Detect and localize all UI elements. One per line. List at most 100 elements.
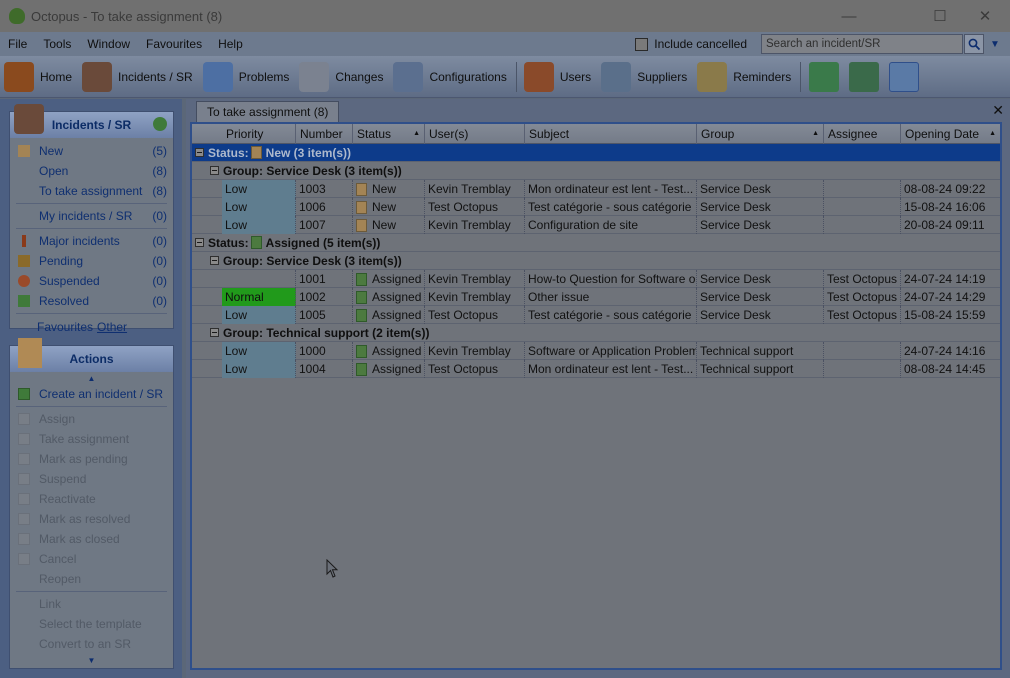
- action-convert-sr[interactable]: Convert to an SR: [10, 634, 173, 654]
- search-options-button[interactable]: ▼: [986, 34, 1004, 54]
- favourites-label: Favourites: [37, 320, 94, 334]
- status-group-new[interactable]: Status: New (3 item(s)): [192, 144, 1000, 162]
- action-reopen[interactable]: Reopen: [10, 569, 173, 589]
- nav-pending[interactable]: Pending (0): [10, 251, 173, 271]
- collapse-icon[interactable]: [210, 166, 219, 175]
- table-row[interactable]: Low 1006 New Test Octopus Test catégorie - s…: [192, 198, 1000, 216]
- cell-group-text: Service Desk: [700, 272, 771, 286]
- actions-panel: Actions ▲ Create an incident / SR Assign…: [9, 338, 174, 669]
- table-row[interactable]: 1001 Assigned Kevin Tremblay How-to Questio…: [192, 270, 1000, 288]
- search-input[interactable]: [761, 34, 963, 54]
- layout-panels-icon[interactable]: [889, 61, 920, 92]
- cell-number: 1005: [296, 306, 353, 324]
- action-cancel[interactable]: Cancel: [10, 549, 173, 569]
- action-mark-pending[interactable]: Mark as pending: [10, 449, 173, 469]
- tab-to-take-assignment[interactable]: To take assignment (8): [196, 101, 340, 122]
- include-cancelled-checkbox[interactable]: [635, 37, 649, 51]
- cell-date-text: 20-08-24 09:11: [904, 218, 985, 232]
- dashboard-chart-icon[interactable]: [809, 61, 840, 92]
- column-number[interactable]: Number: [296, 124, 353, 144]
- column-status[interactable]: Status ▲: [353, 124, 425, 144]
- toolbar-users-button[interactable]: Users: [520, 58, 597, 96]
- cell-priority: Low: [222, 180, 296, 198]
- nav-open[interactable]: Open (8): [10, 161, 173, 181]
- menu-favourites[interactable]: Favourites: [138, 37, 210, 51]
- menu-help[interactable]: Help: [210, 37, 251, 51]
- menu-window[interactable]: Window: [79, 37, 138, 51]
- column-opening-date[interactable]: Opening Date ▲: [901, 124, 1000, 144]
- table-row[interactable]: Low 1003 New Kevin Tremblay Mon ordinateur e…: [192, 180, 1000, 198]
- nav-resolved[interactable]: Resolved (0): [10, 291, 173, 311]
- action-convert-sr-label: Convert to an SR: [39, 637, 132, 651]
- column-group[interactable]: Group ▲: [697, 124, 824, 144]
- action-link[interactable]: Link: [10, 594, 173, 614]
- collapse-icon[interactable]: [195, 238, 204, 247]
- cell-priority-text: Low: [225, 200, 248, 214]
- nav-major-incidents[interactable]: Major incidents (0): [10, 231, 173, 251]
- cell-priority-text: Normal: [225, 290, 264, 304]
- table-row[interactable]: Low 1005 Assigned Test Octopus Test catégori…: [192, 306, 1000, 324]
- toolbar-incidents-button[interactable]: Incidents / SR: [78, 58, 199, 96]
- cell-status-text: New: [372, 200, 397, 214]
- column-users[interactable]: User(s): [425, 124, 525, 144]
- maximize-button[interactable]: ☐: [917, 0, 963, 32]
- toolbar-problems-button[interactable]: Problems: [199, 58, 296, 96]
- collapse-icon[interactable]: [195, 148, 204, 157]
- nav-to-take-assignment-label: To take assignment: [39, 184, 143, 198]
- status-group-assigned[interactable]: Status: Assigned (5 item(s)): [192, 234, 1000, 252]
- cell-group-text: Service Desk: [700, 308, 771, 322]
- nav-my-incidents-label: My incidents / SR: [39, 209, 133, 223]
- assigned-status-icon: [356, 362, 367, 376]
- nav-to-take-assignment[interactable]: To take assignment (8): [10, 181, 173, 201]
- toolbar-reminders-button[interactable]: Reminders: [693, 58, 797, 96]
- minimize-button[interactable]: —: [826, 0, 872, 32]
- cell-group: Service Desk: [697, 216, 824, 234]
- sort-asc-icon: ▲: [989, 130, 996, 137]
- toolbar-configurations-button[interactable]: Configurations: [389, 58, 512, 96]
- menu-file[interactable]: File: [0, 37, 35, 51]
- group-service-desk-assigned[interactable]: Group: Service Desk (3 item(s)): [192, 252, 1000, 270]
- toolbar-home-button[interactable]: Home: [0, 58, 78, 96]
- action-suspend[interactable]: Suspend: [10, 469, 173, 489]
- close-window-button[interactable]: ✕: [962, 0, 1008, 32]
- action-mark-closed[interactable]: Mark as closed: [10, 529, 173, 549]
- statistics-bar-chart-icon[interactable]: [849, 61, 880, 92]
- nav-my-incidents[interactable]: My incidents / SR (0): [10, 206, 173, 226]
- menu-tools[interactable]: Tools: [35, 37, 79, 51]
- scroll-down-arrow[interactable]: ▼: [10, 654, 173, 666]
- action-take-assignment[interactable]: Take assignment: [10, 429, 173, 449]
- toolbar-problems-label: Problems: [238, 69, 290, 84]
- menu-right-controls: Include cancelled ▼: [635, 34, 1004, 54]
- action-mark-resolved[interactable]: Mark as resolved: [10, 509, 173, 529]
- cell-date: 20-08-24 09:11: [901, 216, 1000, 234]
- group-service-desk-new[interactable]: Group: Service Desk (3 item(s)): [192, 162, 1000, 180]
- table-row[interactable]: Normal 1002 Assigned Kevin Tremblay Other is…: [192, 288, 1000, 306]
- action-assign[interactable]: Assign: [10, 409, 173, 429]
- table-row[interactable]: Low 1000 Assigned Kevin Tremblay Software or…: [192, 342, 1000, 360]
- search-button[interactable]: [964, 34, 984, 54]
- nav-open-count: (8): [152, 164, 167, 178]
- toolbar-changes-button[interactable]: Changes: [295, 58, 389, 96]
- nav-suspended[interactable]: Suspended (0): [10, 271, 173, 291]
- menu-bar: File Tools Window Favourites Help Includ…: [0, 32, 1010, 56]
- cell-priority: Low: [222, 306, 296, 324]
- toolbar-configurations-label: Configurations: [429, 69, 507, 84]
- action-select-template[interactable]: Select the template: [10, 614, 173, 634]
- collapse-icon[interactable]: [210, 256, 219, 265]
- other-link[interactable]: Other: [97, 320, 127, 334]
- nav-new[interactable]: New (5): [10, 141, 173, 161]
- toolbar-suppliers-button[interactable]: Suppliers: [597, 58, 693, 96]
- cell-number: 1001: [296, 270, 353, 288]
- refresh-icon[interactable]: [153, 117, 167, 131]
- scroll-up-arrow[interactable]: ▲: [10, 372, 173, 384]
- action-create-incident[interactable]: Create an incident / SR: [10, 384, 173, 404]
- close-tab-icon[interactable]: ✕: [992, 102, 1004, 119]
- table-row[interactable]: Low 1004 Assigned Test Octopus Mon ordinateu…: [192, 360, 1000, 378]
- column-priority[interactable]: Priority: [192, 124, 296, 144]
- table-row[interactable]: Low 1007 New Kevin Tremblay Configuration de…: [192, 216, 1000, 234]
- column-subject[interactable]: Subject: [525, 124, 697, 144]
- group-technical-support[interactable]: Group: Technical support (2 item(s)): [192, 324, 1000, 342]
- action-reactivate[interactable]: Reactivate: [10, 489, 173, 509]
- collapse-icon[interactable]: [210, 328, 219, 337]
- column-assignee[interactable]: Assignee: [824, 124, 901, 144]
